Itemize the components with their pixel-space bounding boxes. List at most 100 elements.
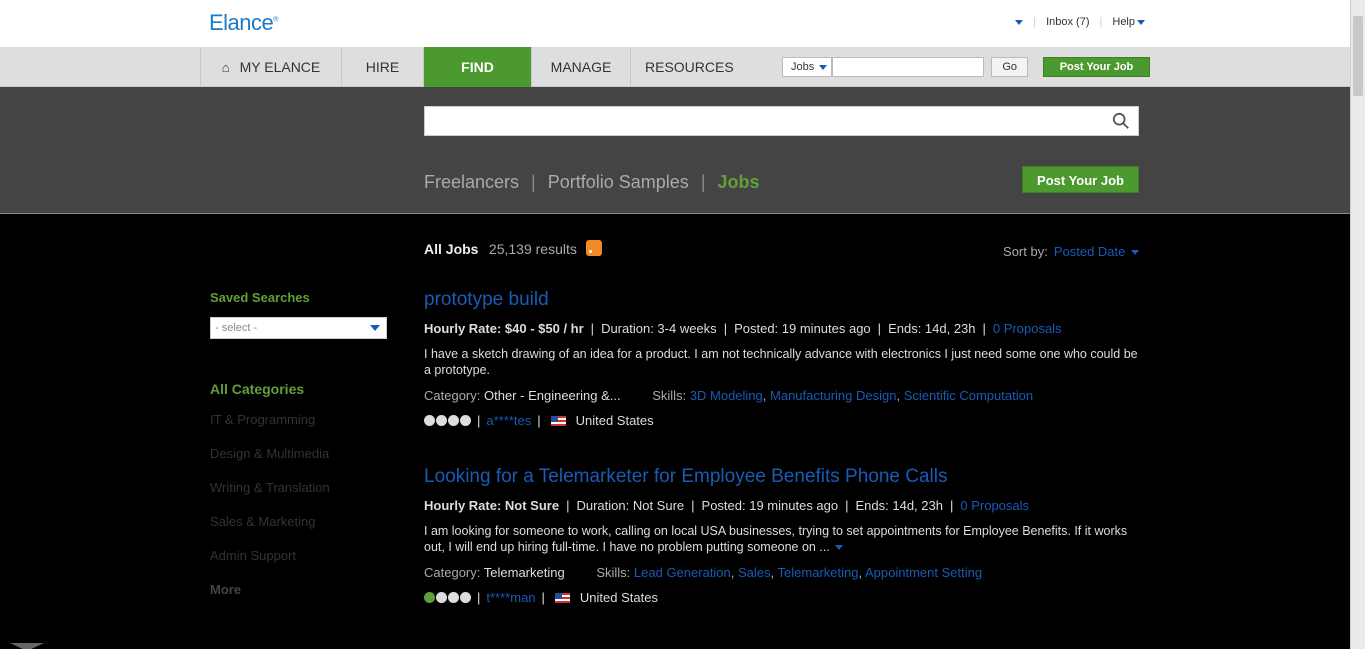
user-menu[interactable] — [959, 16, 1004, 28]
job-duration: Duration: Not Sure — [576, 498, 685, 513]
logo-mark: ® — [273, 16, 278, 24]
divider: | — [537, 413, 541, 428]
job-title-link[interactable]: prototype build — [424, 289, 1139, 311]
chevron-down-icon — [1131, 250, 1139, 256]
search-scope-select[interactable]: Jobs — [782, 57, 833, 77]
sidebar-item-sales-marketing[interactable]: Sales & Marketing — [210, 514, 390, 529]
tab-jobs[interactable]: Jobs — [718, 172, 760, 193]
main-search-input[interactable] — [424, 106, 1139, 136]
job-duration: Duration: 3-4 weeks — [601, 321, 717, 336]
skill-link[interactable]: Manufacturing Design — [770, 388, 896, 403]
top-links: | Inbox (7) | Help — [959, 16, 1145, 28]
divider: | — [1099, 16, 1103, 28]
job-description-text: I am looking for someone to work, callin… — [424, 524, 1128, 554]
category-label: Category: — [424, 565, 481, 580]
nav-search: Jobs Go — [782, 57, 1028, 77]
category-label: Category: — [424, 388, 481, 403]
scrollbar-thumb[interactable] — [1353, 16, 1363, 96]
divider: | — [691, 498, 695, 513]
divider: | — [949, 498, 954, 513]
saved-searches-select[interactable]: - select - — [210, 317, 387, 339]
chevron-down-icon[interactable] — [1015, 19, 1024, 25]
search-hero: Freelancers | Portfolio Samples | Jobs P… — [0, 87, 1350, 214]
tab-my-elance[interactable]: ⌂ MY ELANCE — [200, 47, 341, 87]
sidebar-item-admin-support[interactable]: Admin Support — [210, 548, 390, 563]
divider: | — [477, 413, 481, 428]
proposals-link[interactable]: 0 Proposals — [960, 498, 1029, 513]
divider: | — [541, 590, 545, 605]
job-category-row: Category: Other - Engineering &... Skill… — [424, 388, 1034, 403]
divider: | — [982, 321, 986, 336]
job-listing: prototype build Hourly Rate: $40 - $50 /… — [424, 289, 1139, 428]
job-description: I have a sketch drawing of an idea for a… — [424, 347, 1138, 377]
all-categories-link[interactable]: All Categories — [210, 381, 390, 397]
tab-resources[interactable]: RESOURCES — [630, 47, 742, 87]
divider: | — [477, 590, 481, 605]
skills-label: Skills: — [652, 388, 687, 403]
sidebar-item-it-programming[interactable]: IT & Programming — [210, 412, 390, 427]
tab-hire[interactable]: HIRE — [341, 47, 423, 87]
skill-link[interactable]: Appointment Setting — [865, 565, 982, 580]
tab-manage[interactable]: MANAGE — [531, 47, 630, 87]
sidebar: Saved Searches - select - All Categories… — [210, 290, 390, 597]
home-icon: ⌂ — [221, 60, 230, 75]
logo-text: Elance — [209, 10, 274, 35]
skill-link[interactable]: Scientific Computation — [904, 388, 1033, 403]
feedback-tab[interactable] — [10, 643, 44, 649]
job-ends: Ends: 14d, 23h — [855, 498, 943, 513]
results-panel: All Jobs 25,139 results Sort by: Posted D… — [424, 240, 1139, 605]
skills-label: Skills: — [596, 565, 631, 580]
sidebar-item-writing-translation[interactable]: Writing & Translation — [210, 480, 390, 495]
nav-search-input[interactable] — [832, 57, 985, 77]
rss-icon[interactable] — [586, 240, 603, 256]
chevron-down-icon — [819, 64, 828, 70]
expand-chevron-icon[interactable] — [835, 545, 844, 551]
skill-link[interactable]: Sales — [738, 565, 771, 580]
search-icon[interactable] — [1112, 112, 1130, 130]
results-count: 25,139 results — [488, 241, 577, 257]
tab-freelancers[interactable]: Freelancers — [424, 172, 519, 193]
client-country: United States — [579, 590, 658, 605]
job-category-row: Category: Telemarketing Skills: Lead Gen… — [424, 565, 983, 580]
tab-find-work[interactable]: FIND WORK — [423, 47, 531, 115]
hero-post-job-button[interactable]: Post Your Job — [1022, 166, 1139, 193]
skill-link[interactable]: Telemarketing — [778, 565, 859, 580]
sort-value: Posted Date — [1053, 244, 1126, 259]
job-client-row: | a****tes | United States — [424, 413, 1139, 428]
job-rate: Hourly Rate: $40 - $50 / hr — [424, 321, 584, 336]
divider: | — [723, 321, 728, 336]
scrollbar[interactable] — [1350, 0, 1365, 649]
tab-label: HIRE — [365, 59, 400, 75]
client-country: United States — [575, 413, 654, 428]
rating-dot — [436, 592, 447, 603]
sidebar-item-design-multimedia[interactable]: Design & Multimedia — [210, 446, 390, 461]
more-categories-link[interactable]: More — [210, 582, 390, 597]
rating-dot — [460, 415, 471, 426]
tab-label: RESOURCES — [645, 59, 734, 75]
sort-control: Sort by: Posted Date — [1003, 244, 1139, 259]
go-button[interactable]: Go — [991, 57, 1028, 77]
main-nav: ⌂ MY ELANCE HIRE FIND WORK MANAGE RESOURC… — [0, 47, 1350, 115]
saved-searches-heading: Saved Searches — [210, 290, 310, 305]
proposals-link[interactable]: 0 Proposals — [993, 321, 1062, 336]
job-ends: Ends: 14d, 23h — [888, 321, 976, 336]
rating-dot — [424, 415, 435, 426]
job-title-link[interactable]: Looking for a Telemarketer for Employee … — [424, 466, 1139, 488]
elance-logo[interactable]: Elance® — [209, 10, 278, 36]
tab-portfolio-samples[interactable]: Portfolio Samples — [548, 172, 689, 193]
client-username[interactable]: a****tes — [486, 413, 531, 428]
saved-select-value: - select - — [215, 322, 258, 334]
job-meta: Hourly Rate: Not Sure | Duration: Not Sure… — [424, 498, 1139, 513]
rating-dot — [436, 415, 447, 426]
us-flag-icon — [550, 415, 566, 426]
post-job-button[interactable]: Post Your Job — [1043, 57, 1150, 77]
skill-link[interactable]: Lead Generation — [634, 565, 731, 580]
help-menu[interactable]: Help — [1112, 16, 1145, 28]
skill-link[interactable]: 3D Modeling — [690, 388, 763, 403]
client-rating — [424, 415, 471, 426]
nav-tabs: ⌂ MY ELANCE HIRE FIND WORK MANAGE RESOURC… — [200, 47, 742, 115]
inbox-link[interactable]: Inbox (7) — [1046, 16, 1089, 28]
client-username[interactable]: t****man — [486, 590, 535, 605]
sort-select[interactable]: Posted Date — [1054, 244, 1139, 259]
chevron-down-icon — [1137, 19, 1145, 25]
